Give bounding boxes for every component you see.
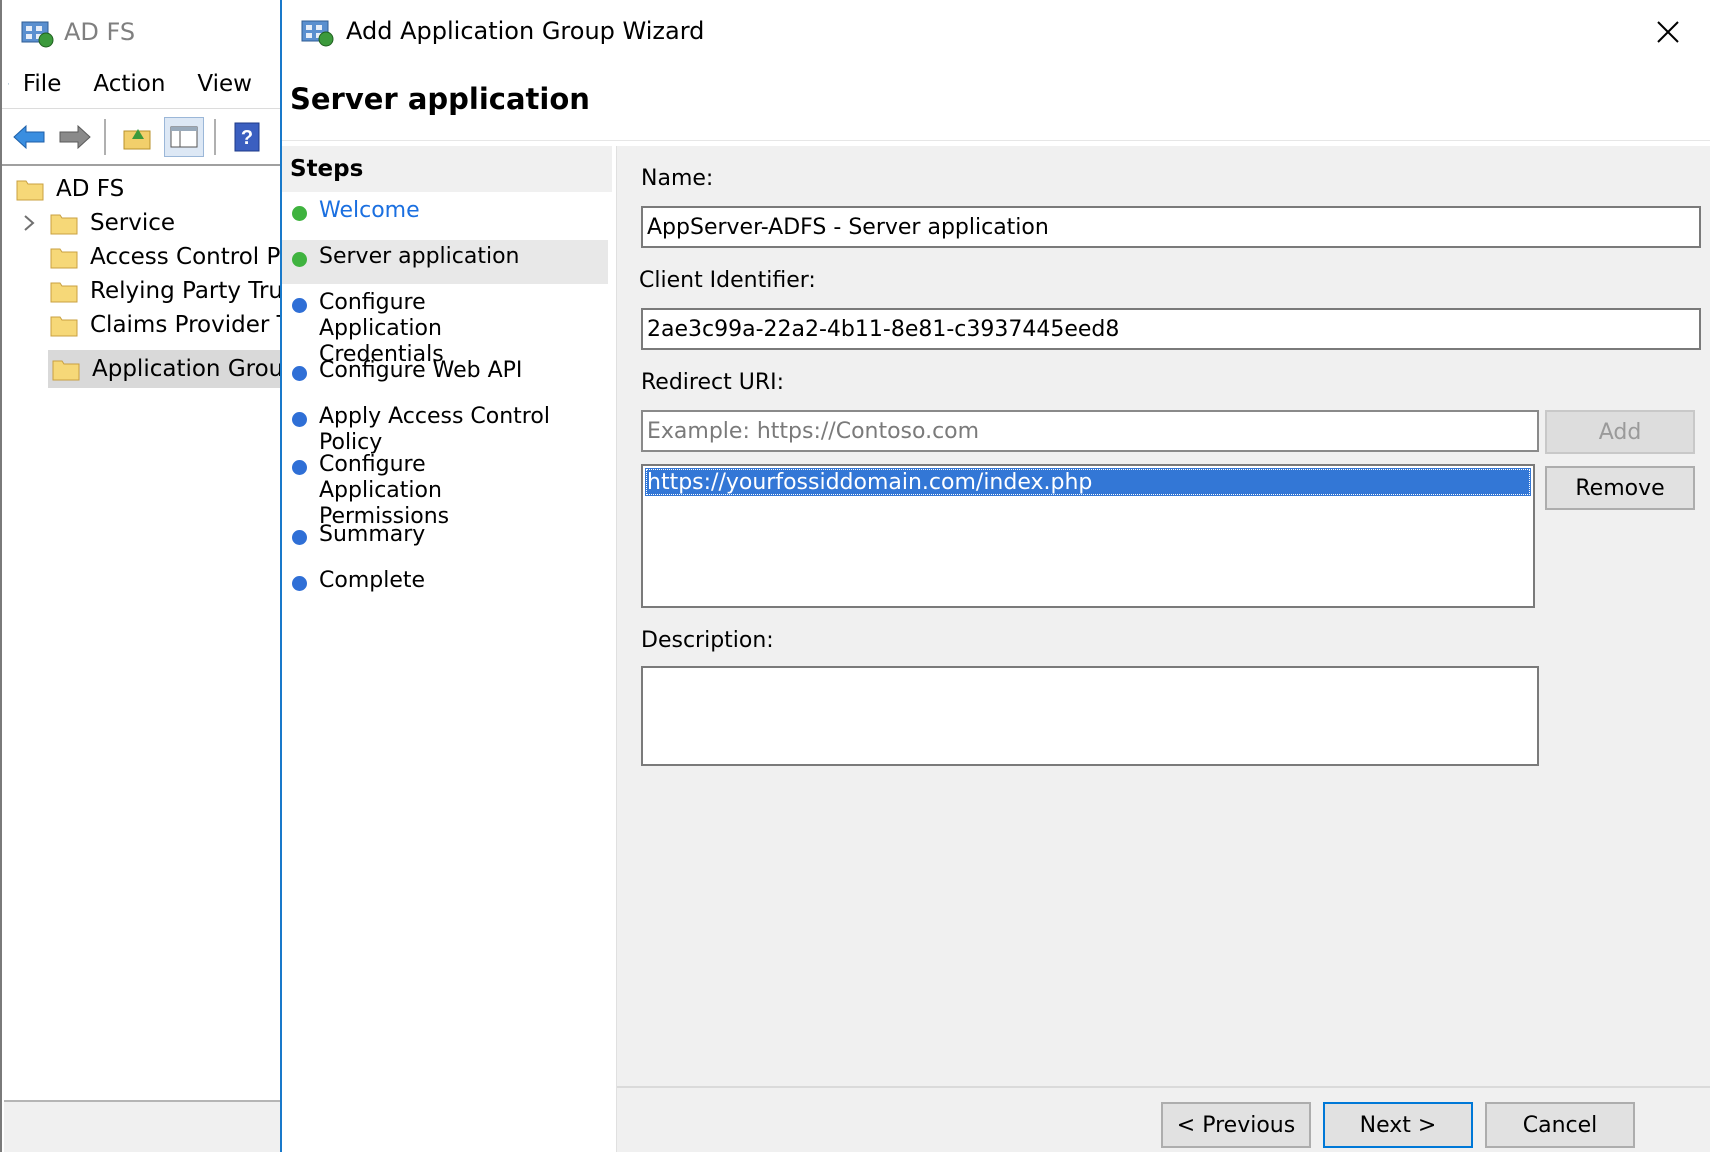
step-pending-dot-icon — [292, 298, 307, 313]
step-label: Welcome — [319, 198, 420, 223]
steps-header: Steps — [282, 146, 612, 192]
redirect-uri-label: Redirect URI: — [641, 370, 785, 395]
step-current-dot-icon — [292, 252, 307, 267]
folder-icon — [50, 282, 78, 303]
step-label: Complete — [319, 568, 426, 593]
footer-divider — [617, 1086, 1710, 1088]
form-pane: Name: AppServer-ADFS - Server applicatio… — [616, 146, 1710, 1152]
step-summary: Summary — [282, 518, 608, 562]
steps-pane: Steps Welcome Server application Configu… — [282, 146, 612, 1152]
cancel-button[interactable]: Cancel — [1485, 1102, 1635, 1148]
folder-icon — [50, 248, 78, 269]
folder-icon — [50, 316, 78, 337]
step-configure-application-permissions: Configure Application Permissions — [282, 448, 608, 529]
mmc-menubar: File Action View — [2, 62, 284, 106]
step-pending-dot-icon — [292, 412, 307, 427]
tree-item-label: Application Groups — [92, 356, 310, 382]
remove-button[interactable]: Remove — [1545, 466, 1695, 510]
tree-root-adfs[interactable]: AD FS — [16, 172, 124, 206]
adfs-app-icon — [21, 21, 54, 48]
svg-text:?: ? — [241, 127, 253, 149]
step-configure-web-api: Configure Web API — [282, 354, 608, 398]
help-button[interactable]: ? — [228, 118, 266, 156]
tree-root-label: AD FS — [56, 176, 125, 202]
page-title: Server application — [290, 82, 590, 116]
step-apply-access-control-policy: Apply Access Control Policy — [282, 400, 608, 455]
next-button[interactable]: Next > — [1323, 1102, 1473, 1148]
name-input[interactable]: AppServer-ADFS - Server application — [641, 206, 1701, 248]
step-pending-dot-icon — [292, 366, 307, 381]
step-welcome[interactable]: Welcome — [282, 194, 608, 238]
mmc-titlebar: AD FS — [20, 12, 135, 52]
mmc-title-text: AD FS — [64, 18, 136, 46]
client-identifier-input[interactable]: 2ae3c99a-22a2-4b11-8e81-c3937445eed8 — [641, 308, 1701, 350]
step-pending-dot-icon — [292, 530, 307, 545]
step-label: Summary — [319, 522, 426, 547]
toolbar-separator — [214, 118, 216, 155]
tree-item-application-groups[interactable]: Application Groups — [48, 350, 310, 388]
add-application-group-wizard: Add Application Group Wizard Server appl… — [280, 0, 1710, 1152]
redirect-uri-list-item[interactable]: https://yourfossiddomain.com/index.php — [645, 468, 1531, 496]
step-complete: Complete — [282, 564, 608, 608]
tree-item-label: Service — [90, 210, 176, 236]
toolbar-separator — [104, 118, 106, 155]
step-pending-dot-icon — [292, 460, 307, 475]
forward-button[interactable] — [56, 118, 94, 156]
folder-icon — [52, 360, 80, 381]
wizard-titlebar: Add Application Group Wizard — [300, 10, 704, 52]
chevron-right-icon[interactable] — [22, 214, 36, 232]
mmc-window: AD FS File Action View ? AD FS Service A… — [0, 0, 352, 1152]
close-icon — [1657, 21, 1679, 43]
close-button[interactable] — [1648, 12, 1688, 52]
step-complete-dot-icon — [292, 206, 307, 221]
mmc-statusbar — [4, 1100, 284, 1152]
console-tree: AD FS Service Access Control Policies Re… — [4, 168, 352, 1100]
description-textarea[interactable] — [641, 666, 1539, 766]
client-identifier-label: Client Identifier: — [639, 268, 816, 293]
redirect-uri-list[interactable]: https://yourfossiddomain.com/index.php — [641, 464, 1535, 608]
up-folder-button[interactable] — [118, 118, 156, 156]
wizard-title-text: Add Application Group Wizard — [346, 17, 705, 45]
step-label: Server application — [319, 244, 520, 269]
show-hide-tree-button[interactable] — [164, 116, 204, 157]
name-label: Name: — [641, 166, 714, 191]
console-icon — [8, 83, 9, 85]
menu-view[interactable]: View — [197, 71, 252, 97]
previous-button[interactable]: < Previous — [1161, 1102, 1311, 1148]
tree-item-service[interactable]: Service — [22, 206, 175, 240]
forward-arrow-icon — [59, 124, 91, 149]
console-tree-icon — [170, 126, 198, 147]
description-label: Description: — [641, 628, 774, 653]
tree-item-relying-party-trusts[interactable]: Relying Party Trusts — [50, 274, 316, 308]
folder-icon — [16, 180, 44, 201]
step-configure-application-credentials: Configure Application Credentials — [282, 286, 608, 367]
step-server-application: Server application — [282, 240, 608, 284]
up-folder-icon — [123, 128, 151, 149]
back-button[interactable] — [10, 118, 48, 156]
menu-file[interactable]: File — [23, 71, 62, 97]
step-pending-dot-icon — [292, 576, 307, 591]
folder-icon — [50, 214, 78, 235]
mmc-toolbar: ? — [2, 108, 284, 166]
help-icon: ? — [234, 122, 260, 151]
header-divider — [282, 140, 1710, 141]
step-label: Configure Web API — [319, 358, 523, 383]
redirect-uri-input[interactable]: Example: https://Contoso.com — [641, 410, 1539, 452]
menu-action[interactable]: Action — [93, 71, 165, 97]
back-arrow-icon — [13, 124, 45, 149]
adfs-app-icon — [301, 20, 334, 47]
add-button[interactable]: Add — [1545, 410, 1695, 454]
